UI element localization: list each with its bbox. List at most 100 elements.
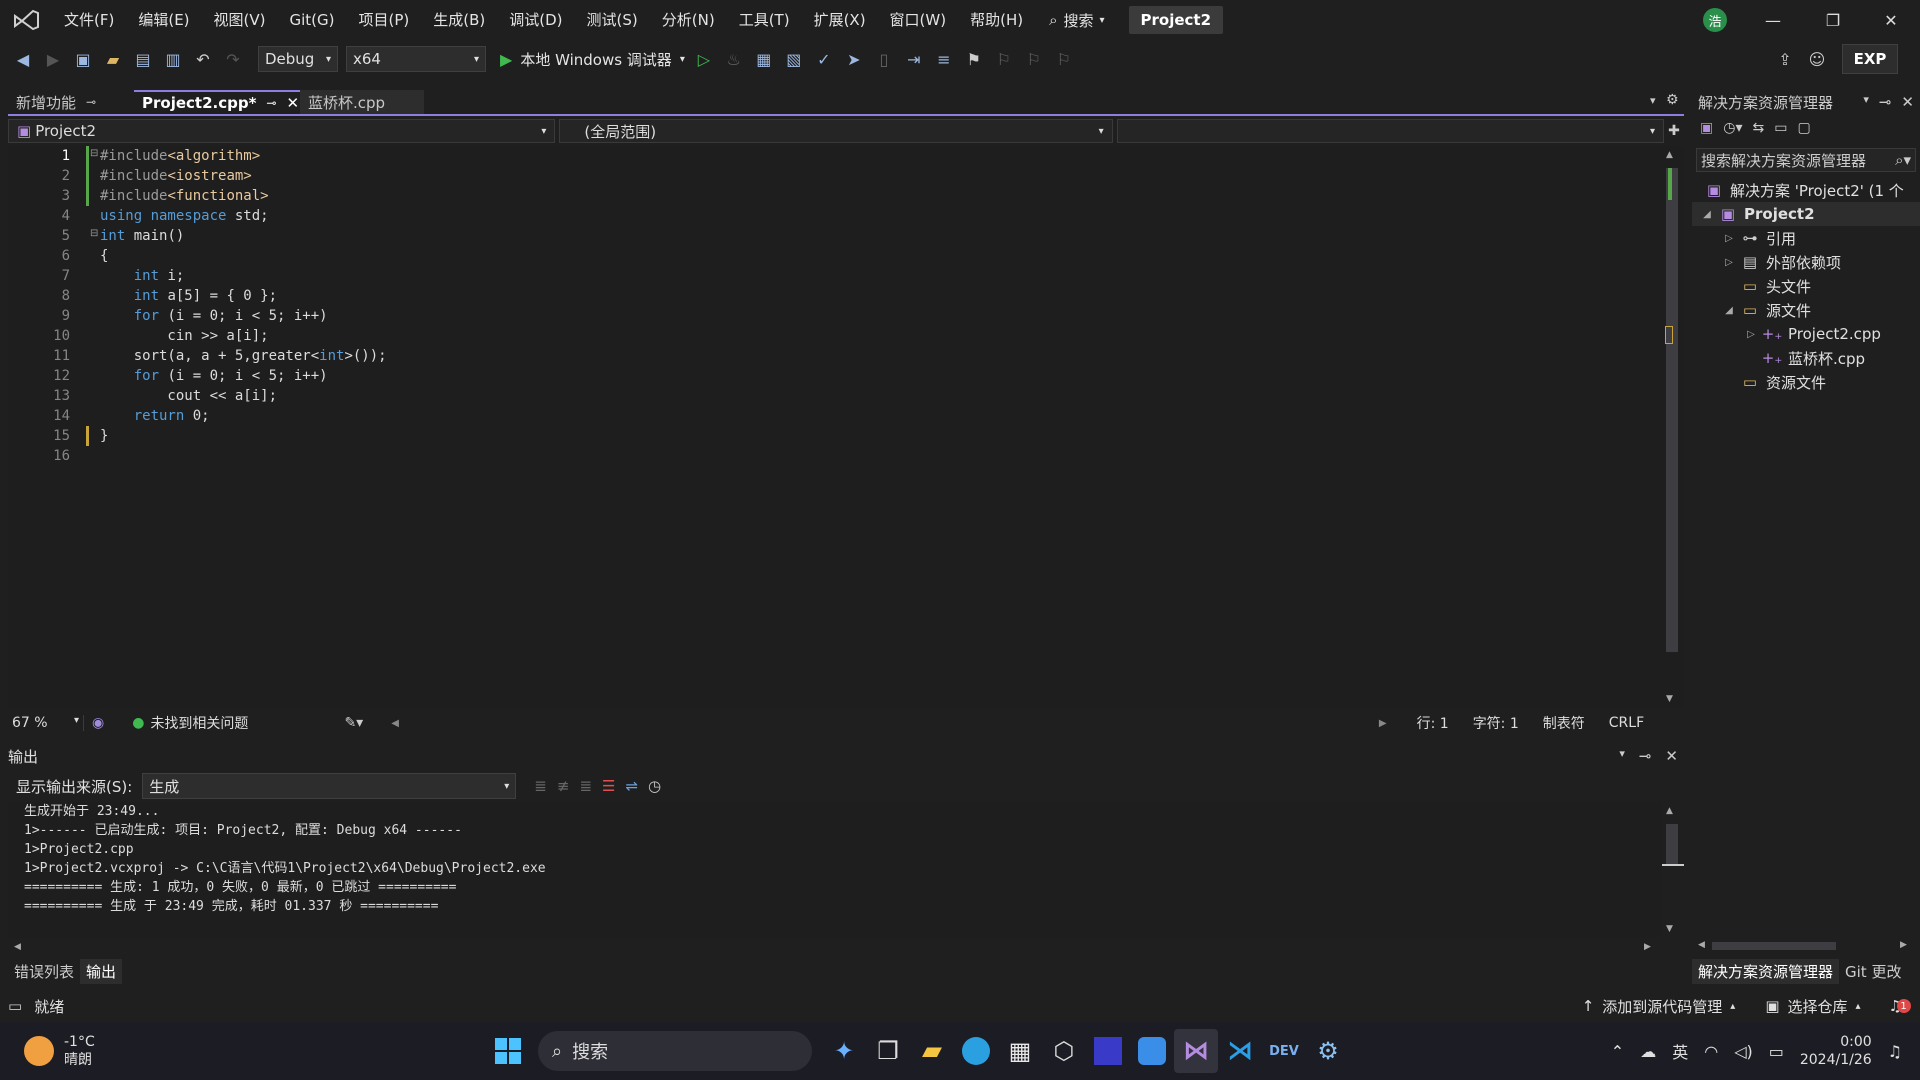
expanded-arrow-icon[interactable]: ◢: [1700, 209, 1714, 220]
code-content[interactable]: #include<algorithm> #include<iostream> #…: [100, 146, 387, 466]
sync-icon[interactable]: ▣: [1700, 120, 1713, 136]
chevron-down-icon[interactable]: ▾: [1863, 93, 1869, 111]
visual-studio-taskbar-icon[interactable]: ⋈: [1174, 1029, 1218, 1073]
menu-project[interactable]: 项目(P): [347, 0, 422, 40]
copilot-icon[interactable]: ◉: [92, 715, 104, 731]
clear-all-icon[interactable]: ☰: [602, 777, 615, 795]
breakpoint-button[interactable]: ▯: [873, 48, 895, 70]
collapsed-arrow-icon[interactable]: ▷: [1744, 329, 1758, 340]
scroll-right-icon[interactable]: ▶: [1644, 942, 1651, 952]
edge-browser-icon[interactable]: [954, 1029, 998, 1073]
add-source-control-button[interactable]: ↑ 添加到源代码管理 ▴: [1582, 996, 1736, 1017]
code-editor[interactable]: 1 2 3 4 5 6 7 8 9 10 11 12 13 14 15 16 ⊟…: [8, 146, 1684, 708]
live-share-button[interactable]: ⇪: [1774, 48, 1796, 70]
feedback-button[interactable]: ☺: [1806, 48, 1828, 70]
solution-search-input[interactable]: 搜索解决方案资源管理器 ⌕▾: [1696, 148, 1916, 172]
split-editor-icon[interactable]: ✚: [1664, 123, 1684, 139]
tree-item-header-files[interactable]: ▭ 头文件: [1692, 274, 1920, 298]
scroll-left-icon[interactable]: ◀: [14, 942, 21, 952]
chevron-up-icon[interactable]: ⌃: [1611, 1042, 1624, 1061]
weather-widget[interactable]: -1°C 晴朗: [24, 1033, 204, 1069]
tab-lanqiao-cpp[interactable]: 蓝桥杯.cpp: [300, 90, 424, 114]
scrollbar-thumb[interactable]: [1666, 168, 1678, 652]
close-icon[interactable]: ✕: [1901, 93, 1914, 111]
word-wrap-icon[interactable]: ⇌: [625, 777, 638, 795]
app-icon-light-blue[interactable]: [1130, 1029, 1174, 1073]
notification-bell-icon[interactable]: ♫: [1888, 1042, 1902, 1061]
menu-tools[interactable]: 工具(T): [727, 0, 802, 40]
tree-item-project2-cpp[interactable]: ▷ +₊ Project2.cpp: [1692, 322, 1920, 346]
output-vertical-scrollbar[interactable]: ▲ ▼: [1662, 802, 1684, 938]
scroll-down-icon[interactable]: ▼: [1666, 694, 1673, 704]
prev-bookmark-button[interactable]: ⚐: [993, 48, 1015, 70]
scrollbar-thumb[interactable]: [1712, 942, 1836, 950]
settings-taskbar-icon[interactable]: ⚙: [1306, 1029, 1350, 1073]
wifi-icon[interactable]: ◠: [1704, 1042, 1718, 1061]
undo-button[interactable]: ↶: [192, 48, 214, 70]
scroll-right-icon[interactable]: ▶: [1379, 718, 1387, 729]
battery-icon[interactable]: ▭: [1769, 1042, 1784, 1061]
redo-button[interactable]: ↷: [222, 48, 244, 70]
menu-git[interactable]: Git(G): [278, 0, 347, 40]
close-window-button[interactable]: ✕: [1862, 0, 1920, 40]
spell-check-button[interactable]: ✓: [813, 48, 835, 70]
collapse-icon[interactable]: ⊟: [90, 228, 98, 239]
clear-bookmarks-button[interactable]: ⚐: [1053, 48, 1075, 70]
tab-git-changes[interactable]: Git 更改: [1839, 959, 1907, 984]
dev-cpp-taskbar-icon[interactable]: DEV: [1262, 1029, 1306, 1073]
pin-icon[interactable]: ⊸: [1639, 747, 1652, 765]
collapsed-arrow-icon[interactable]: ▷: [1722, 257, 1736, 268]
microsoft-store-icon[interactable]: ▦: [998, 1029, 1042, 1073]
unity-hub-icon[interactable]: ⬡: [1042, 1029, 1086, 1073]
task-view-icon[interactable]: ❐: [866, 1029, 910, 1073]
solution-explorer-button[interactable]: ▦: [753, 48, 775, 70]
onedrive-icon[interactable]: ☁: [1640, 1042, 1656, 1061]
scroll-left-icon[interactable]: ◀: [1698, 940, 1705, 950]
issues-indicator[interactable]: ● 未找到相关问题: [132, 713, 248, 733]
next-bookmark-button[interactable]: ⚐: [1023, 48, 1045, 70]
save-button[interactable]: ▤: [132, 48, 154, 70]
history-icon[interactable]: ◷▾: [1723, 120, 1742, 136]
ime-indicator[interactable]: 英: [1672, 1039, 1688, 1063]
scroll-left-icon[interactable]: ◀: [391, 718, 399, 729]
output-window-icon[interactable]: ▭: [8, 997, 22, 1015]
scroll-down-icon[interactable]: ▼: [1666, 924, 1673, 934]
select-repo-button[interactable]: ▣ 选择仓库 ▴: [1765, 996, 1860, 1017]
member-dropdown[interactable]: ▾: [1116, 119, 1665, 143]
project-scope-dropdown[interactable]: ▣ Project2 ▾: [8, 119, 556, 143]
close-icon[interactable]: ✕: [1665, 747, 1678, 765]
scrollbar-thumb[interactable]: [1666, 824, 1678, 866]
start-debugging-button[interactable]: ▶ 本地 Windows 调试器 ▾: [500, 49, 685, 70]
show-all-files-icon[interactable]: ▢: [1797, 120, 1810, 136]
file-explorer-icon[interactable]: ▰: [910, 1029, 954, 1073]
chevron-down-icon[interactable]: ▾: [1619, 747, 1625, 765]
zoom-dropdown[interactable]: 67 % ▾: [8, 715, 84, 731]
start-without-debugging-button[interactable]: ▷: [693, 48, 715, 70]
expanded-arrow-icon[interactable]: ◢: [1722, 305, 1736, 316]
collapsed-arrow-icon[interactable]: ▷: [1722, 233, 1736, 244]
open-file-button[interactable]: ▰: [102, 48, 124, 70]
minimize-button[interactable]: —: [1744, 0, 1802, 40]
hot-reload-button[interactable]: ♨: [723, 48, 745, 70]
platform-dropdown[interactable]: x64 ▾: [346, 46, 486, 72]
tree-item-references[interactable]: ▷ ⊶ 引用: [1692, 226, 1920, 250]
tab-project2-cpp[interactable]: Project2.cpp* ⊸ ✕: [134, 90, 300, 114]
tree-item-project[interactable]: ◢ ▣ Project2: [1692, 202, 1920, 226]
back-button[interactable]: ◀: [12, 48, 34, 70]
scroll-up-icon[interactable]: ▲: [1666, 150, 1673, 160]
menu-extensions[interactable]: 扩展(X): [802, 0, 878, 40]
exp-button[interactable]: EXP: [1842, 44, 1898, 74]
save-all-button[interactable]: ▥: [162, 48, 184, 70]
line-indicator[interactable]: 行: 1: [1417, 713, 1449, 733]
clock[interactable]: 0:00 2024/1/26: [1800, 1033, 1872, 1069]
menu-edit[interactable]: 编辑(E): [126, 0, 201, 40]
project-name-badge[interactable]: Project2: [1128, 6, 1224, 34]
output-source-dropdown[interactable]: 生成 ▾: [142, 773, 517, 799]
menu-help[interactable]: 帮助(H): [958, 0, 1035, 40]
menu-debug[interactable]: 调试(D): [497, 0, 574, 40]
bookmark-button[interactable]: ⚑: [963, 48, 985, 70]
tab-solution-explorer[interactable]: 解决方案资源管理器: [1692, 958, 1840, 984]
tab-output[interactable]: 输出: [80, 958, 123, 984]
output-horizontal-scrollbar[interactable]: ◀ ▶: [8, 940, 1662, 956]
search-menu[interactable]: ⌕ 搜索 ▾: [1035, 10, 1118, 31]
